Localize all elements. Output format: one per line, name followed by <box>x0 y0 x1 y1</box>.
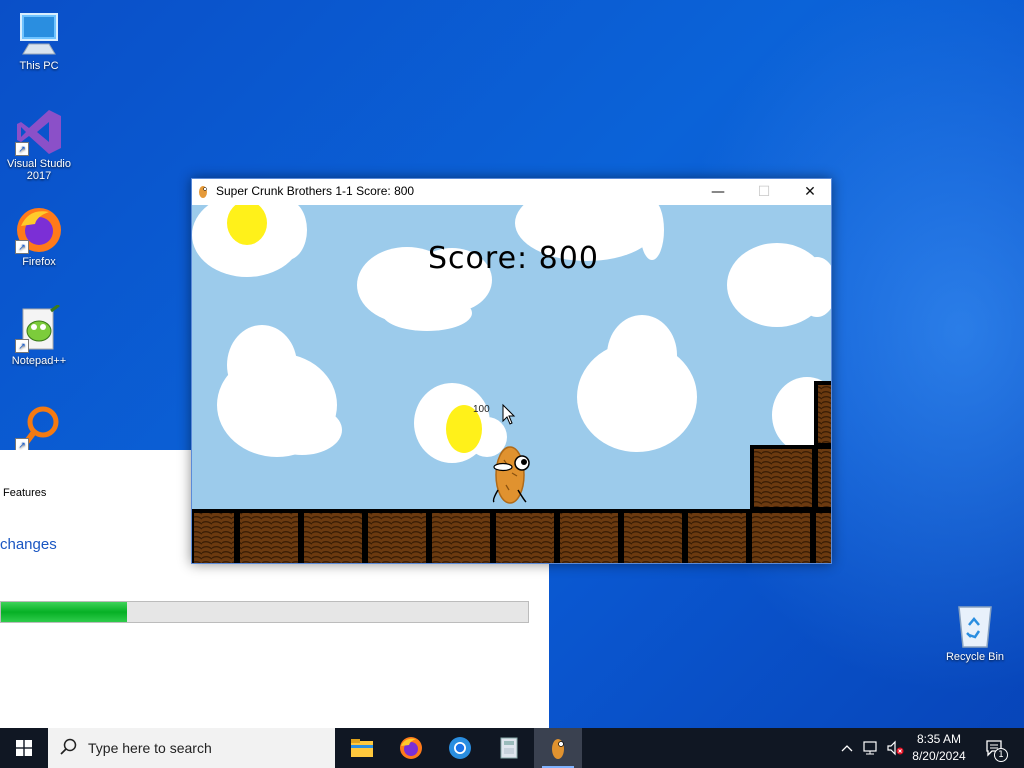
search-placeholder: Type here to search <box>88 740 212 756</box>
changes-link[interactable]: changes <box>0 536 57 553</box>
shortcut-arrow-icon: ↗ <box>15 339 29 353</box>
desktop-icon-label: Visual Studio 2017 <box>6 158 71 182</box>
windows-logo-icon <box>16 740 32 756</box>
folder-icon <box>351 739 373 757</box>
action-center-button[interactable]: 1 <box>978 728 1012 768</box>
install-progress-fill <box>1 602 128 622</box>
taskbar-installer[interactable] <box>485 728 533 768</box>
clock-date: 8/20/2024 <box>912 749 966 763</box>
install-progress-bar <box>0 601 529 623</box>
score-display: Score: 800 <box>428 241 599 276</box>
taskbar-file-explorer[interactable] <box>338 728 386 768</box>
network-icon[interactable] <box>860 728 882 768</box>
firefox-icon <box>400 737 422 759</box>
show-hidden-icons-chevron-icon[interactable] <box>838 728 856 768</box>
search-icon <box>60 738 77 755</box>
chrome-icon <box>449 737 471 759</box>
taskbar-super-crunk-brothers[interactable] <box>534 728 582 768</box>
window-title: Super Crunk Brothers 1-1 Score: 800 <box>216 184 415 198</box>
maximize-button[interactable]: ☐ <box>741 179 787 205</box>
start-button[interactable] <box>0 728 48 768</box>
taskbar-firefox[interactable] <box>387 728 435 768</box>
notepad-plus-plus-icon: ↗ <box>15 303 63 353</box>
computer-icon <box>15 10 63 58</box>
desktop-icon-visual-studio[interactable]: ↗ Visual Studio 2017 <box>1 108 77 182</box>
title-bar[interactable]: Super Crunk Brothers 1-1 Score: 800 — ☐ … <box>192 179 831 205</box>
taskbar-search-box[interactable]: Type here to search <box>48 728 335 768</box>
visual-studio-icon: ↗ <box>15 108 63 156</box>
desktop-icon-firefox[interactable]: ↗ Firefox <box>1 206 77 268</box>
volume-muted-icon[interactable] <box>884 728 906 768</box>
taskbar-clock[interactable]: 8:35 AM 8/20/2024 <box>904 731 974 765</box>
notification-count-badge: 1 <box>994 748 1008 762</box>
desktop-icon-label: Firefox <box>22 256 56 268</box>
desktop-icon-this-pc[interactable]: This PC <box>1 10 77 72</box>
minimize-button[interactable]: — <box>695 179 741 205</box>
game-window[interactable]: Super Crunk Brothers 1-1 Score: 800 — ☐ … <box>191 178 832 564</box>
points-popup: 100 <box>473 404 490 415</box>
desktop-icon-recycle-bin[interactable]: Recycle Bin <box>937 601 1013 663</box>
crunk-app-icon <box>198 184 208 199</box>
game-canvas[interactable]: Score: 800 100 <box>192 205 831 563</box>
desktop-icon-label: Notepad++ <box>11 355 67 367</box>
taskbar-chrome[interactable] <box>436 728 484 768</box>
desktop-icon-search-app[interactable]: ↗ <box>1 404 77 454</box>
close-button[interactable]: ✕ <box>787 179 833 205</box>
clock-time: 8:35 AM <box>916 732 962 746</box>
recycle-bin-icon <box>951 601 999 649</box>
features-text: Features <box>3 487 47 499</box>
crunk-app-icon <box>552 739 564 759</box>
taskbar: Type here to search 8:35 AM 8/20/2024 1 <box>0 728 1024 768</box>
shortcut-arrow-icon: ↗ <box>15 240 29 254</box>
magnifier-app-icon: ↗ <box>15 404 63 452</box>
firefox-icon: ↗ <box>15 206 63 254</box>
desktop-icon-label: This PC <box>19 60 59 72</box>
desktop-icon-notepad-plus-plus[interactable]: ↗ Notepad++ <box>1 303 77 367</box>
shortcut-arrow-icon: ↗ <box>15 142 29 156</box>
desktop-icon-label: Recycle Bin <box>945 651 1005 663</box>
installer-icon <box>500 737 518 759</box>
